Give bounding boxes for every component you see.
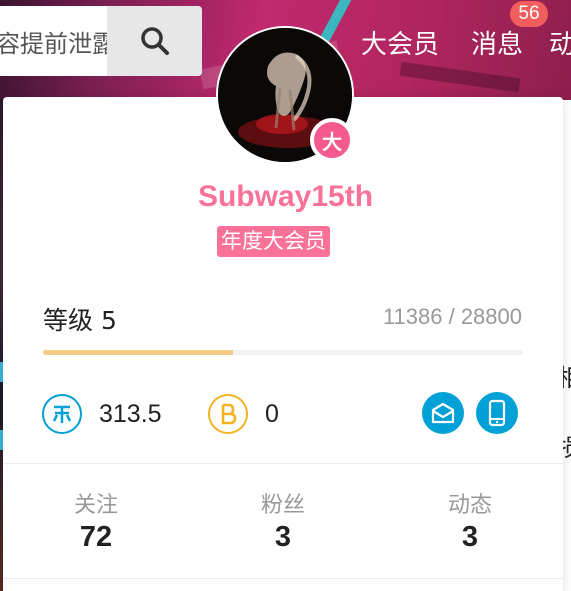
stat-value: 3 xyxy=(274,521,292,553)
bcoin-icon xyxy=(208,394,248,434)
stat-label: 关注 xyxy=(73,493,118,518)
experience-text: 11386 / 28800 xyxy=(382,304,522,329)
message-button[interactable] xyxy=(422,392,464,434)
nav-link-messages[interactable]: 消息 xyxy=(471,24,523,61)
bcoin-count: 0 xyxy=(265,400,279,428)
divider xyxy=(3,578,563,579)
nav-link-vip[interactable]: 大会员 xyxy=(361,24,439,61)
stat-following[interactable]: 关注 72 xyxy=(3,487,189,554)
banner-decoration xyxy=(399,61,521,93)
vip-badge: 大 xyxy=(310,118,354,162)
stat-followers[interactable]: 粉丝 3 xyxy=(190,487,376,554)
divider xyxy=(3,463,563,464)
search-box xyxy=(0,6,202,76)
coin-count: 313.5 xyxy=(99,400,162,428)
nav-link-dynamics[interactable]: 动 xyxy=(549,24,571,61)
mobile-app-button[interactable] xyxy=(476,392,518,434)
search-icon xyxy=(140,27,169,55)
stat-value: 3 xyxy=(461,521,479,553)
username[interactable]: Subway15th xyxy=(0,180,571,214)
search-input[interactable] xyxy=(0,6,108,76)
stat-dynamics[interactable]: 动态 3 xyxy=(377,487,563,554)
level-progress-bar xyxy=(43,350,523,355)
stat-label: 粉丝 xyxy=(260,493,305,518)
stat-value: 72 xyxy=(79,521,113,553)
search-button[interactable] xyxy=(107,6,202,76)
envelope-icon xyxy=(431,402,455,424)
vip-tag[interactable]: 年度大会员 xyxy=(217,226,330,257)
level-progress-fill xyxy=(43,350,233,355)
phone-icon xyxy=(488,399,506,427)
message-count-badge: 56 xyxy=(510,1,548,27)
coin-icon xyxy=(42,394,82,434)
stat-label: 动态 xyxy=(447,493,492,518)
level-label: 等级 5 xyxy=(43,306,117,335)
